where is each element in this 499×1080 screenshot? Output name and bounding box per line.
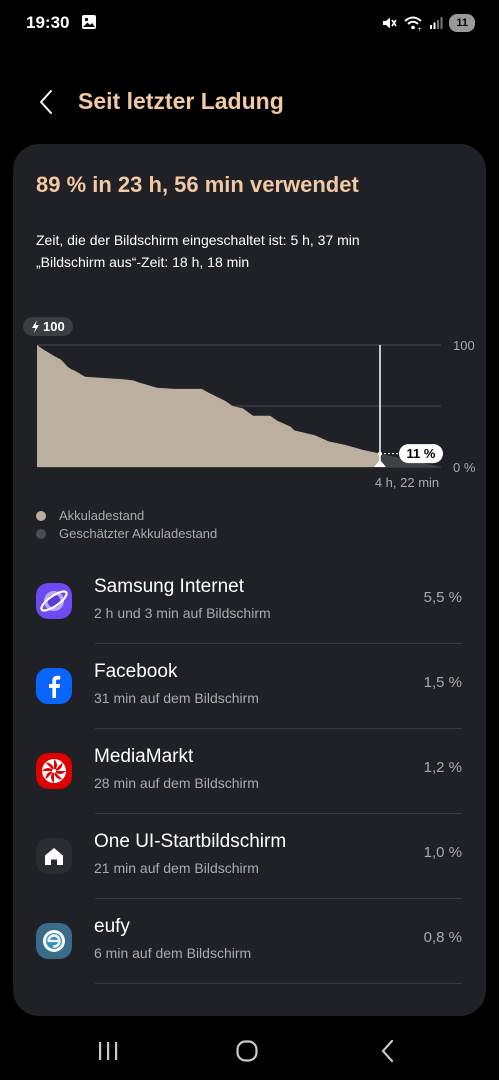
app-name: Facebook <box>94 661 178 682</box>
app-row-eufy[interactable]: eufy 6 min auf dem Bildschirm 0,8 % <box>13 899 486 984</box>
status-time: 19:30 <box>26 13 70 32</box>
app-row-facebook[interactable]: Facebook 31 min auf dem Bildschirm 1,5 % <box>13 644 486 729</box>
mediamarkt-icon <box>36 753 72 789</box>
app-percent: 5,5 % <box>423 589 462 606</box>
samsung-internet-icon <box>36 583 72 619</box>
facebook-icon <box>36 668 72 704</box>
eufy-icon <box>36 923 72 959</box>
app-name: MediaMarkt <box>94 746 194 767</box>
recents-icon <box>99 1042 118 1060</box>
current-level-point <box>378 451 382 456</box>
home-icon <box>236 1040 258 1062</box>
y-tick-bottom: 0 % <box>453 460 476 475</box>
legend-actual-label: Akkuladestand <box>59 508 145 523</box>
home-button[interactable] <box>227 1036 267 1066</box>
navigation-bar <box>0 1022 499 1080</box>
app-name: eufy <box>94 916 130 937</box>
battery-usage-card: 89 % in 23 h, 56 min verwendet Zeit, die… <box>13 144 486 1016</box>
legend-estimate: Geschätzter Akkuladestand <box>36 526 217 541</box>
screen-off-time: „Bildschirm aus“-Zeit: 18 h, 18 min <box>36 254 250 270</box>
legend-estimate-dot <box>36 528 46 539</box>
mute-icon <box>381 15 398 31</box>
app-percent: 1,5 % <box>423 674 462 691</box>
app-percent: 1,2 % <box>423 759 462 776</box>
app-usage: 6 min auf dem Bildschirm <box>94 945 252 961</box>
app-usage: 2 h und 3 min auf Bildschirm <box>94 605 271 621</box>
start-badge-label: 100 <box>43 319 65 334</box>
signal-icon <box>429 16 443 30</box>
battery-chart[interactable]: 100 11 % 100 0 % 4 h, 22 min <box>13 309 486 499</box>
page-title: Seit letzter Ladung <box>78 88 284 114</box>
remaining-time-label: 4 h, 22 min <box>375 475 439 490</box>
app-row-mediamarkt[interactable]: MediaMarkt 28 min auf dem Bildschirm 1,2… <box>13 729 486 814</box>
legend-actual-dot <box>36 510 46 521</box>
app-usage: 31 min auf dem Bildschirm <box>94 690 259 706</box>
y-tick-top: 100 <box>453 338 475 353</box>
app-row-one-ui-home[interactable]: One UI-Startbildschirm 21 min auf dem Bi… <box>13 814 486 899</box>
battery-indicator: 11 <box>449 14 475 32</box>
app-percent: 1,0 % <box>423 844 462 861</box>
app-name: One UI-Startbildschirm <box>94 831 287 852</box>
wifi-icon: + <box>403 15 423 31</box>
home-launcher-icon <box>36 838 72 874</box>
nav-back-button[interactable] <box>368 1036 408 1066</box>
back-button[interactable] <box>30 86 62 118</box>
chevron-left-icon <box>40 90 52 114</box>
legend-actual: Akkuladestand <box>36 508 144 523</box>
start-badge: 100 <box>23 317 73 336</box>
app-name: Samsung Internet <box>94 576 244 597</box>
status-bar: 19:30 + 11 <box>0 0 499 46</box>
status-icons: + 11 <box>381 13 475 33</box>
usage-headline: 89 % in 23 h, 56 min verwendet <box>36 172 359 197</box>
recent-apps-button[interactable] <box>88 1036 128 1066</box>
app-usage: 21 min auf dem Bildschirm <box>94 860 259 876</box>
app-percent: 0,8 % <box>423 929 462 946</box>
app-usage-list: Samsung Internet 2 h und 3 min auf Bilds… <box>13 559 486 984</box>
svg-text:+: + <box>417 26 422 31</box>
end-badge: 11 % <box>399 444 443 464</box>
image-notification-icon <box>81 14 97 30</box>
back-arrow-icon <box>381 1039 394 1063</box>
screen-on-time: Zeit, die der Bildschirm eingeschaltet i… <box>36 232 360 248</box>
app-usage: 28 min auf dem Bildschirm <box>94 775 259 791</box>
end-badge-label: 11 % <box>407 446 436 461</box>
app-row-samsung-internet[interactable]: Samsung Internet 2 h und 3 min auf Bilds… <box>13 559 486 644</box>
legend-estimate-label: Geschätzter Akkuladestand <box>59 526 218 541</box>
